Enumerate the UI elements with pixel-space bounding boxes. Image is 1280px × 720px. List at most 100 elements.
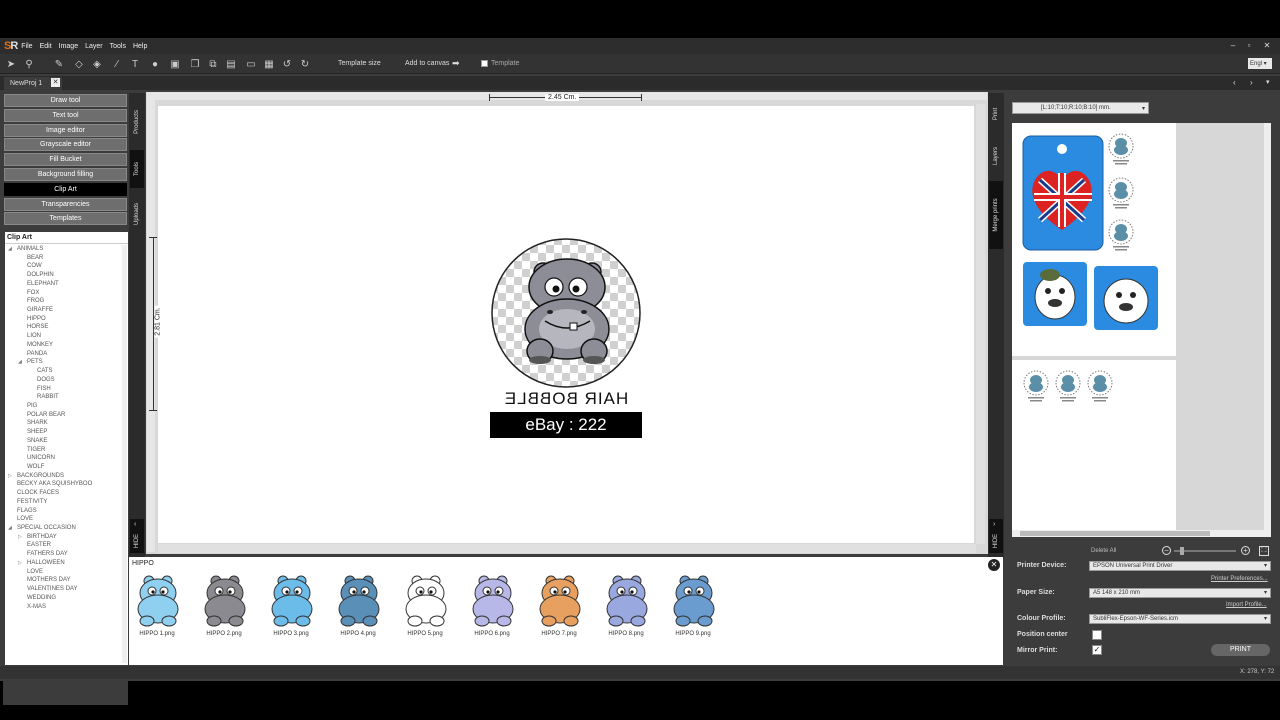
folder-icon[interactable]: ▭ xyxy=(244,57,258,71)
mini-hippo-print[interactable] xyxy=(1054,370,1082,404)
tree-item[interactable]: DOGS xyxy=(28,377,55,383)
mirrored-caption-text[interactable]: HAIR BOBBLE xyxy=(490,389,642,409)
tree-item[interactable]: PIG xyxy=(18,403,37,409)
tree-item[interactable]: BEAR xyxy=(18,255,43,261)
zoom-out-icon[interactable]: − xyxy=(1162,546,1171,555)
union-jack-heart-tag[interactable] xyxy=(1022,135,1104,251)
zoom-icon[interactable]: ⚲ xyxy=(22,57,36,71)
tool-button-text-tool[interactable]: Text tool xyxy=(4,108,127,122)
close-window-icon[interactable]: ✕ xyxy=(1260,40,1274,51)
tool-button-draw-tool[interactable]: Draw tool xyxy=(4,94,127,107)
tree-item[interactable]: SHARK xyxy=(18,420,48,426)
side-tab-tools[interactable]: Tools xyxy=(130,150,144,188)
position-center-checkbox[interactable] xyxy=(1092,630,1102,640)
image-icon[interactable]: ▣ xyxy=(168,57,182,71)
menu-tools[interactable]: Tools xyxy=(110,43,126,50)
tree-item[interactable]: ◢ PETS xyxy=(18,359,43,365)
eraser-icon[interactable]: ◇ xyxy=(72,57,86,71)
mini-hippo-print[interactable] xyxy=(1022,370,1050,404)
tree-item[interactable]: UNICORN xyxy=(18,455,55,461)
tool-button-clip-art[interactable]: Clip Art xyxy=(4,182,127,196)
menu-image[interactable]: Image xyxy=(59,43,78,50)
bulldog-tag-1[interactable] xyxy=(1022,261,1088,327)
shape-icon[interactable]: ● xyxy=(148,57,162,71)
tree-item[interactable]: FOX xyxy=(18,290,39,296)
tree-item[interactable]: COW xyxy=(18,263,42,269)
tool-button-fill-bucket[interactable]: Fill Bucket xyxy=(4,153,127,167)
clip-art-thumbnail[interactable]: HIPPO 8.png xyxy=(596,569,656,639)
tree-item[interactable]: FLAGS xyxy=(8,508,37,514)
delete-all-button[interactable]: Delete All xyxy=(1091,548,1116,554)
mirror-print-checkbox[interactable]: ✓ xyxy=(1092,645,1102,655)
canvas-vertical-scrollbar[interactable] xyxy=(976,104,985,544)
pen-icon[interactable]: ∕ xyxy=(110,57,124,71)
menu-help[interactable]: Help xyxy=(133,43,147,50)
print-page-1[interactable] xyxy=(1012,123,1176,356)
tab-prev-icon[interactable]: ‹ xyxy=(1233,78,1236,87)
mini-hippo-print[interactable] xyxy=(1107,133,1135,167)
preview-horizontal-scrollbar[interactable] xyxy=(1012,530,1271,537)
ebay-banner-text[interactable]: eBay : 222 xyxy=(490,412,642,438)
template-size-button[interactable]: Template size xyxy=(338,60,381,67)
text-tool-icon[interactable]: T xyxy=(128,57,142,71)
tree-item[interactable]: HORSE xyxy=(18,324,48,330)
tree-item[interactable]: PANDA xyxy=(18,351,47,357)
tree-item[interactable]: GIRAFFE xyxy=(18,307,53,313)
tree-item[interactable]: FISH xyxy=(28,386,51,392)
tree-item[interactable]: FROG xyxy=(18,298,44,304)
import-profile-link[interactable]: Import Profile... xyxy=(1226,602,1267,608)
restore-icon[interactable]: ▫ xyxy=(1242,40,1256,51)
tool-button-background-filling[interactable]: Background filling xyxy=(4,168,127,181)
tree-item[interactable]: VALENTINES DAY xyxy=(18,586,77,592)
tree-item[interactable]: CATS xyxy=(28,368,53,374)
tool-button-transparencies[interactable]: Transparencies xyxy=(4,197,127,211)
tree-item[interactable]: ◢ ANIMALS xyxy=(8,246,43,252)
print-page-2[interactable] xyxy=(1012,360,1176,536)
menu-layer[interactable]: Layer xyxy=(85,43,103,50)
tool-button-image-editor[interactable]: Image editor xyxy=(4,123,127,137)
clip-art-thumbnail[interactable]: HIPPO 5.png xyxy=(395,569,455,639)
hide-left-button[interactable]: ‹ HIDE xyxy=(130,519,144,553)
canvas-horizontal-scrollbar[interactable] xyxy=(158,544,976,553)
tab-next-icon[interactable]: › xyxy=(1250,78,1253,87)
tree-item[interactable]: ELEPHANT xyxy=(18,281,59,287)
tree-item[interactable]: RABBIT xyxy=(28,394,59,400)
tree-item[interactable]: POLAR BEAR xyxy=(18,412,65,418)
rotate-left-icon[interactable]: ↺ xyxy=(280,57,294,71)
copy-icon[interactable]: ❐ xyxy=(188,57,202,71)
close-tab-icon[interactable]: ✕ xyxy=(51,78,60,87)
tree-item[interactable]: WOLF xyxy=(18,464,44,470)
clip-art-thumbnail[interactable]: HIPPO 1.png xyxy=(127,569,187,639)
menu-edit[interactable]: Edit xyxy=(40,43,52,50)
hide-right-button[interactable]: › HIDE xyxy=(989,519,1003,553)
pointer-icon[interactable]: ➤ xyxy=(4,57,18,71)
printer-icon[interactable]: ▦ xyxy=(262,57,276,71)
fill-bucket-icon[interactable]: ◈ xyxy=(90,57,104,71)
add-to-canvas-button[interactable]: Add to canvas xyxy=(405,60,449,67)
zoom-slider-handle[interactable] xyxy=(1180,547,1184,555)
clip-art-thumbnail[interactable]: HIPPO 6.png xyxy=(462,569,522,639)
hippo-design-circle[interactable] xyxy=(490,237,642,389)
tree-item[interactable]: CLOCK FACES xyxy=(8,490,59,496)
side-tab-print[interactable]: Print xyxy=(989,97,1003,131)
printer-device-select[interactable]: EPSON Universal Print Driver ▾ xyxy=(1089,561,1271,571)
eyedropper-icon[interactable]: ✎ xyxy=(52,57,66,71)
tree-item[interactable]: ▷ BACKGROUNDS xyxy=(8,473,64,479)
tree-item[interactable]: SNAKE xyxy=(18,438,47,444)
side-tab-uploads[interactable]: Uploads xyxy=(130,191,144,237)
design-canvas[interactable]: 2.45 Cm. 2.81 Cm. HAIR BOBBLE eBay: 222 xyxy=(149,94,974,543)
tree-item[interactable]: X-MAS xyxy=(18,604,46,610)
language-select[interactable]: Engl ▾ xyxy=(1248,58,1272,69)
menu-file[interactable]: File xyxy=(21,43,32,50)
tree-item[interactable]: MOTHERS DAY xyxy=(18,577,71,583)
mini-hippo-print[interactable] xyxy=(1107,177,1135,211)
tree-item[interactable]: ▷ HALLOWEEN xyxy=(18,560,65,566)
side-tab-merge-prints[interactable]: Merge prints xyxy=(989,181,1003,249)
tree-item[interactable]: FESTIVITY xyxy=(8,499,47,505)
fit-screen-icon[interactable]: ⛶ xyxy=(1259,546,1269,556)
clip-art-thumbnail[interactable]: HIPPO 7.png xyxy=(529,569,589,639)
layers-icon[interactable]: ▤ xyxy=(224,57,238,71)
mini-hippo-print[interactable] xyxy=(1107,219,1135,253)
printer-preferences-link[interactable]: Printer Preferences... xyxy=(1211,576,1268,582)
tree-item[interactable]: FATHERS DAY xyxy=(18,551,68,557)
